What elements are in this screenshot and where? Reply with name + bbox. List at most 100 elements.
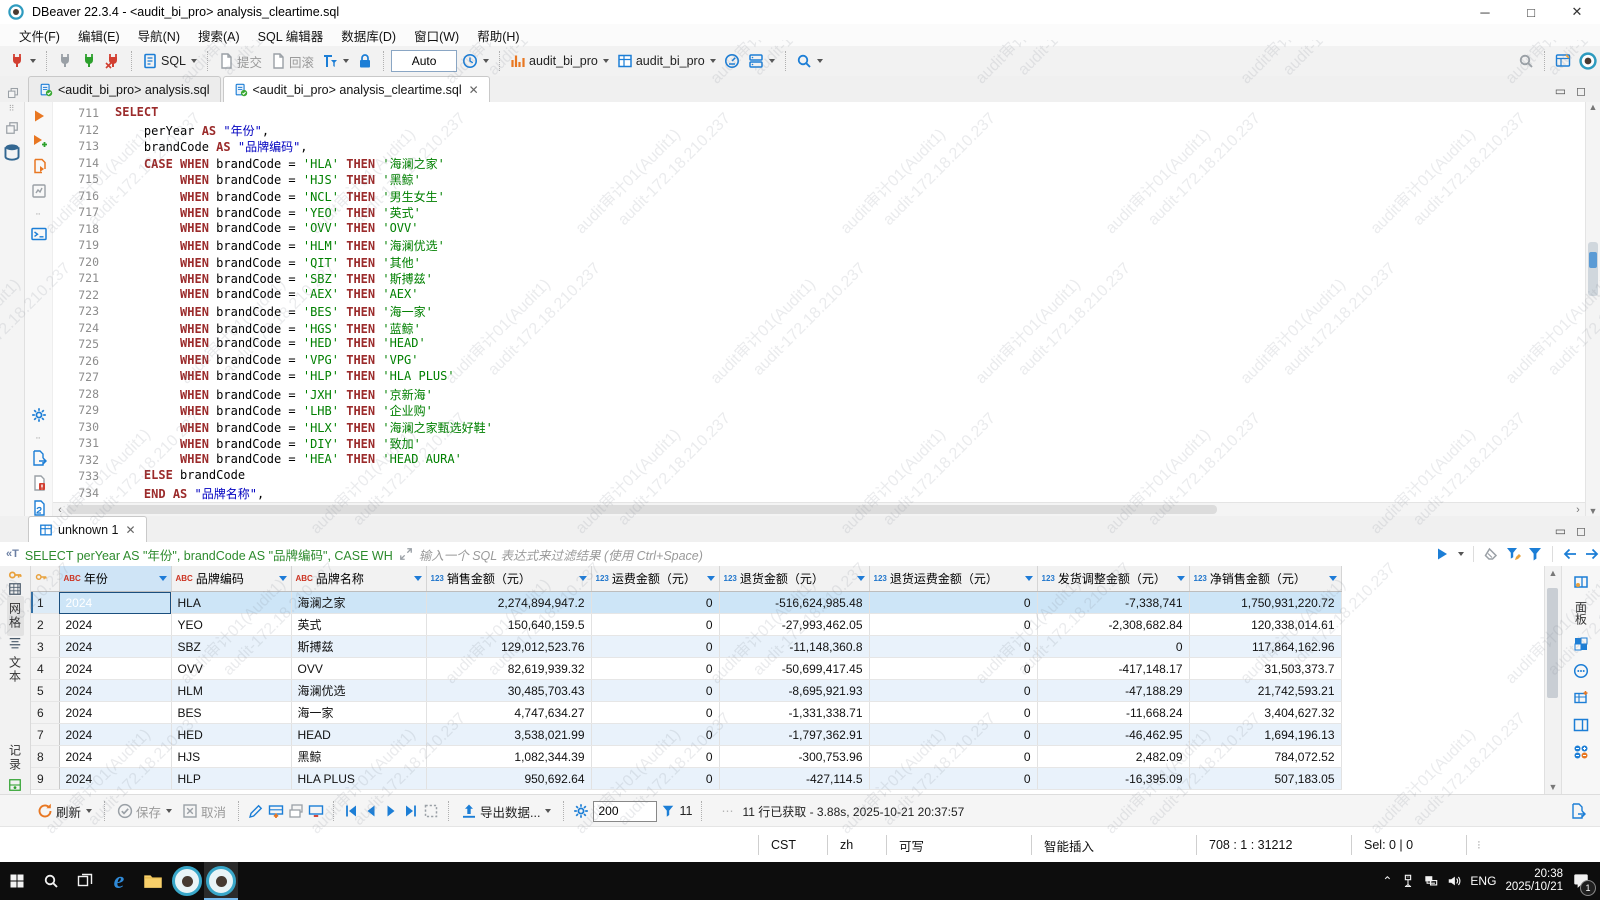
column-filter-icon[interactable] xyxy=(1176,576,1185,581)
column-filter-icon[interactable] xyxy=(1328,576,1337,581)
grid-cell[interactable]: 0 xyxy=(869,657,1038,680)
commit-mode-select[interactable]: Auto xyxy=(391,50,458,72)
grid-cell[interactable]: BES xyxy=(171,701,292,724)
row-number[interactable]: 9 xyxy=(31,767,60,790)
export-script-button[interactable] xyxy=(31,450,47,466)
grid-cell[interactable]: 2024 xyxy=(59,657,172,680)
grid-cell[interactable]: 2,274,894,947.2 xyxy=(426,591,592,614)
record-mode-icon[interactable] xyxy=(8,778,22,792)
commit-button[interactable]: 提交 xyxy=(215,50,265,73)
editor-hscrollbar[interactable]: ‹ › xyxy=(53,502,1585,516)
grid-cell[interactable]: -50,699,417.45 xyxy=(719,657,870,680)
grid-cell[interactable]: 1,082,344.39 xyxy=(426,745,592,768)
dashboard-button[interactable] xyxy=(721,51,743,71)
calc-panel-icon[interactable] xyxy=(1573,690,1589,706)
start-button[interactable] xyxy=(0,862,34,900)
lock-button[interactable] xyxy=(354,51,376,71)
grid-cell[interactable]: -427,114.5 xyxy=(719,767,870,790)
grid-cell[interactable]: 950,692.64 xyxy=(426,767,592,790)
file-explorer-button[interactable] xyxy=(136,862,170,900)
grid-cell[interactable]: -300,753.96 xyxy=(719,745,870,768)
row-number[interactable]: 7 xyxy=(31,723,60,746)
grid-cell[interactable]: 1,694,196.13 xyxy=(1189,723,1342,746)
grid-cell[interactable]: 0 xyxy=(869,701,1038,724)
clear-filter-icon[interactable] xyxy=(1483,546,1499,562)
grid-cell[interactable]: -11,668.24 xyxy=(1037,701,1190,724)
speaker-tray-icon[interactable] xyxy=(1447,874,1461,888)
task-view-button[interactable] xyxy=(68,862,102,900)
row-number[interactable]: 4 xyxy=(31,657,60,680)
results-tab-unknown-1[interactable]: unknown 1 ✕ xyxy=(28,516,147,542)
grid-cell[interactable]: HJS xyxy=(171,745,292,768)
grid-cell[interactable]: 31,503,373.7 xyxy=(1189,657,1342,680)
last-row-button[interactable] xyxy=(403,803,419,819)
save-button[interactable]: 保存 xyxy=(114,800,175,823)
zoom-buttons-icon[interactable] xyxy=(1573,744,1589,760)
execute-statement-button[interactable] xyxy=(31,108,47,124)
menu-item[interactable]: 帮助(H) xyxy=(468,24,528,46)
side-tab-record[interactable]: 记录 xyxy=(7,738,24,778)
grid-cell[interactable]: OVV xyxy=(291,657,427,680)
custom-filter-icon[interactable]: «T xyxy=(6,548,19,560)
grid-cell[interactable]: 0 xyxy=(591,591,720,614)
explain-plan-button[interactable] xyxy=(31,183,47,199)
sql-console-button[interactable] xyxy=(30,226,47,242)
row-number[interactable]: 5 xyxy=(31,679,60,702)
grid-cell[interactable]: -16,395.09 xyxy=(1037,767,1190,790)
expand-filter-icon[interactable] xyxy=(399,547,413,561)
grid-cell[interactable]: -7,338,741 xyxy=(1037,591,1190,614)
grid-cell[interactable]: 150,640,159.5 xyxy=(426,613,592,636)
connect-button[interactable] xyxy=(54,51,76,71)
grid-cell[interactable]: -47,188.29 xyxy=(1037,679,1190,702)
grid-cell[interactable]: 3,538,021.99 xyxy=(426,723,592,746)
notification-center-button[interactable]: 1 xyxy=(1572,871,1596,896)
grid-cell[interactable]: 0 xyxy=(591,767,720,790)
add-row-button[interactable] xyxy=(268,803,284,819)
grid-cell[interactable]: 0 xyxy=(869,635,1038,658)
grid-cell[interactable]: 2024 xyxy=(59,613,172,636)
grid-cell[interactable]: 30,485,703.43 xyxy=(426,679,592,702)
grid-cell[interactable]: 82,619,939.32 xyxy=(426,657,592,680)
grid-cell[interactable]: 0 xyxy=(869,679,1038,702)
rollback-button[interactable]: 回滚 xyxy=(267,50,317,73)
minimize-editor-icon[interactable]: ▭ xyxy=(1555,84,1566,98)
script-error-button[interactable] xyxy=(31,475,47,491)
dbeaver-taskbar-button[interactable] xyxy=(170,862,204,900)
menu-item[interactable]: 编辑(E) xyxy=(69,24,129,46)
search-button[interactable] xyxy=(793,51,826,71)
row-number[interactable]: 8 xyxy=(31,745,60,768)
column-filter-icon[interactable] xyxy=(278,576,287,581)
grid-cell[interactable]: 0 xyxy=(869,613,1038,636)
ie-button[interactable]: e xyxy=(102,862,136,900)
minimize-button[interactable]: ─ xyxy=(1462,0,1508,24)
filter-history-caret[interactable] xyxy=(1458,552,1464,556)
column-filter-icon[interactable] xyxy=(1024,576,1033,581)
maximize-editor-icon[interactable]: ◻ xyxy=(1576,84,1586,98)
menu-item[interactable]: 窗口(W) xyxy=(405,24,468,46)
column-header-7[interactable]: 123 退货运费金额（元） xyxy=(869,566,1038,592)
transaction-log-button[interactable] xyxy=(319,51,352,71)
script-info-button[interactable] xyxy=(31,500,47,516)
edit-filter-icon[interactable] xyxy=(1505,546,1521,562)
restore-view-icon[interactable] xyxy=(5,121,19,135)
dbeaver-taskbar-button-active[interactable] xyxy=(204,862,238,900)
column-filter-icon[interactable] xyxy=(578,576,587,581)
tray-expand-icon[interactable]: ⌃ xyxy=(1382,874,1392,888)
menu-item[interactable]: 导航(N) xyxy=(129,24,189,46)
grid-cell[interactable]: HLA xyxy=(171,591,292,614)
language-indicator[interactable]: ENG xyxy=(1470,874,1496,888)
column-header-8[interactable]: 123 发货调整金额（元） xyxy=(1037,566,1190,592)
database-select[interactable]: audit_bi_pro xyxy=(614,51,719,71)
grid-cell[interactable]: 0 xyxy=(1037,635,1190,658)
grid-cell[interactable]: -2,308,682.84 xyxy=(1037,613,1190,636)
editor-vscrollbar[interactable]: ▲ ▼ xyxy=(1585,102,1600,516)
filter-input[interactable]: 输入一个 SQL 表达式来过滤结果 (使用 Ctrl+Space) xyxy=(419,545,703,564)
grid-cell[interactable]: -46,462.95 xyxy=(1037,723,1190,746)
reconnect-button[interactable] xyxy=(78,51,100,71)
grid-cell[interactable]: 3,404,627.32 xyxy=(1189,701,1342,724)
grid-cell[interactable]: 0 xyxy=(591,745,720,768)
column-header-4[interactable]: 123 销售金额（元） xyxy=(426,566,592,592)
grid-cell[interactable]: 129,012,523.76 xyxy=(426,635,592,658)
forward-icon[interactable] xyxy=(1584,546,1600,562)
grid-cell[interactable]: 0 xyxy=(869,591,1038,614)
